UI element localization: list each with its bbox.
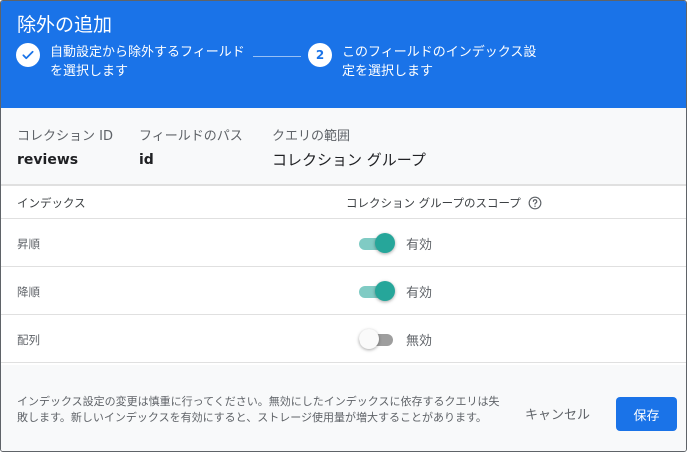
descending-scope-toggle[interactable] bbox=[359, 281, 395, 301]
index-table-header: インデックス コレクション グループのスコープ bbox=[1, 187, 686, 219]
toggle-knob bbox=[375, 233, 395, 253]
toggle-state: 有効 bbox=[406, 286, 433, 301]
toggle-knob bbox=[359, 329, 379, 349]
dialog-title: 除外の追加 bbox=[17, 14, 113, 36]
field-path: フィールドのパス id bbox=[139, 128, 243, 170]
index-row-descending: 降順 有効 bbox=[1, 267, 686, 315]
step-1-label: 自動設定から除外するフィールドを選択します bbox=[50, 45, 245, 79]
help-circle-icon[interactable] bbox=[528, 196, 542, 210]
collection-id-label: コレクション ID bbox=[17, 129, 113, 144]
step-2: 2 このフィールドのインデックス設定を選択します bbox=[308, 43, 547, 81]
dialog-header: 除外の追加 自動設定から除外するフィールドを選択します 2 このフィールドのイン… bbox=[1, 1, 686, 108]
query-scope-value: コレクション グループ bbox=[272, 151, 426, 169]
toggle-state: 無効 bbox=[406, 334, 433, 349]
step-connector bbox=[253, 56, 301, 57]
cancel-button[interactable]: キャンセル bbox=[517, 397, 598, 429]
query-scope-label: クエリの範囲 bbox=[272, 129, 351, 144]
check-icon bbox=[16, 43, 40, 67]
field-path-label: フィールドのパス bbox=[139, 129, 243, 144]
save-button[interactable]: 保存 bbox=[616, 397, 677, 431]
step-2-label: このフィールドのインデックス設定を選択します bbox=[342, 45, 537, 79]
index-row-array: 配列 無効 bbox=[1, 315, 686, 363]
step-1: 自動設定から除外するフィールドを選択します bbox=[16, 43, 250, 81]
array-scope-toggle[interactable] bbox=[359, 329, 395, 349]
exemption-info: コレクション ID reviews フィールドのパス id クエリの範囲 コレク… bbox=[1, 108, 686, 186]
step-2-number: 2 bbox=[308, 43, 332, 67]
dialog-footer: インデックス設定の変更は慎重に行ってください。無効にしたインデックスに依存するク… bbox=[1, 365, 686, 451]
collection-id-value: reviews bbox=[17, 152, 79, 168]
toggle-knob bbox=[375, 281, 395, 301]
row-label: 昇順 bbox=[17, 237, 40, 251]
index-row-ascending: 昇順 有効 bbox=[1, 219, 686, 267]
column-scope-label: コレクション グループのスコープ bbox=[346, 196, 521, 210]
collection-id: コレクション ID reviews bbox=[17, 128, 113, 170]
toggle-state: 有効 bbox=[406, 238, 433, 253]
row-label: 配列 bbox=[17, 333, 40, 347]
add-exemption-dialog: 除外の追加 自動設定から除外するフィールドを選択します 2 このフィールドのイン… bbox=[0, 0, 687, 452]
query-scope: クエリの範囲 コレクション グループ bbox=[272, 128, 426, 170]
column-scope: コレクション グループのスコープ bbox=[346, 195, 542, 211]
field-path-value: id bbox=[139, 152, 154, 168]
column-index: インデックス bbox=[17, 196, 86, 210]
warning-note: インデックス設定の変更は慎重に行ってください。無効にしたインデックスに依存するク… bbox=[17, 395, 500, 424]
row-label: 降順 bbox=[17, 285, 40, 299]
ascending-scope-toggle[interactable] bbox=[359, 233, 395, 253]
